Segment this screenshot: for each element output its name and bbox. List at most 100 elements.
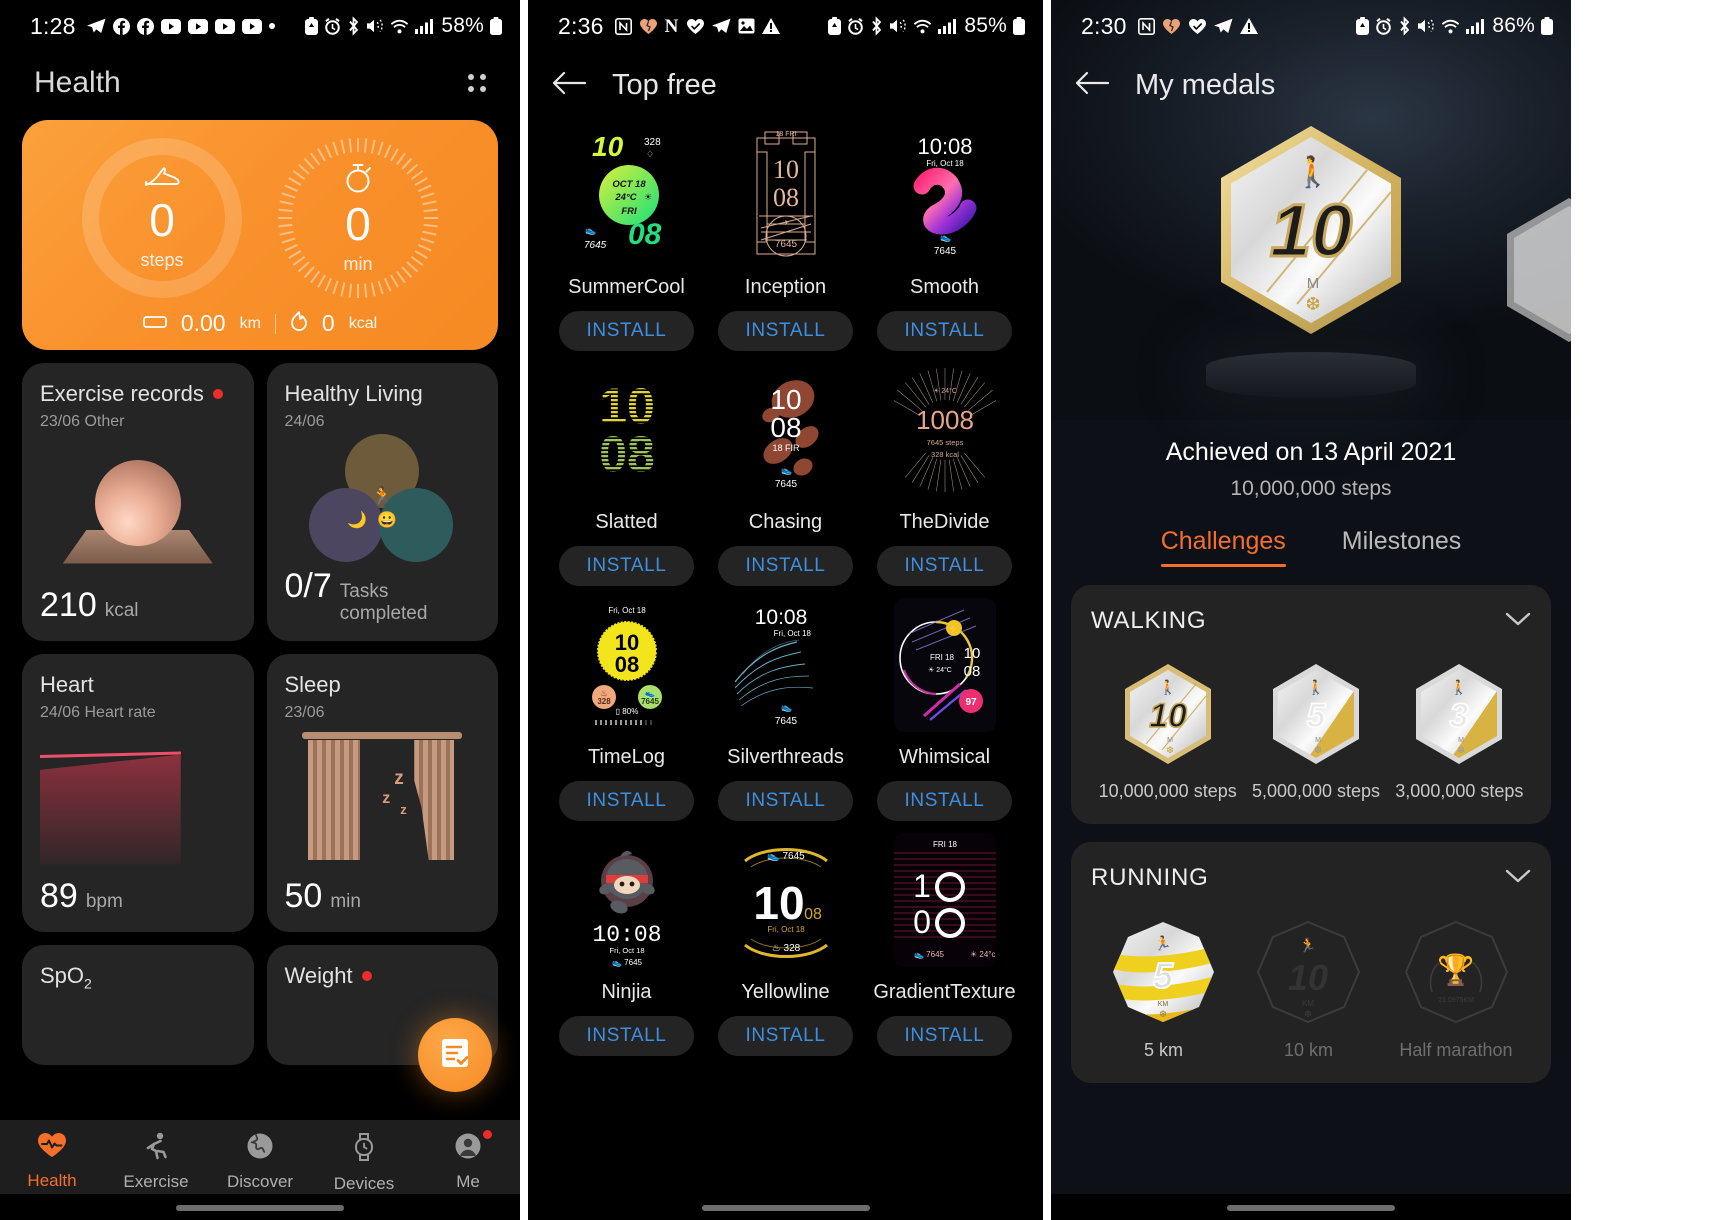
watchface-item[interactable]: 👟 7645 10 08 Fri, Oct 18 ♨ 328 Yellowlin… xyxy=(707,823,864,1056)
steps-ring-track xyxy=(82,138,242,298)
activity-summary-footer: 0.00 km 0 kcal xyxy=(142,310,377,337)
svg-text:1008: 1008 xyxy=(916,405,974,435)
svg-text:0: 0 xyxy=(913,904,931,940)
svg-text:♢: ♢ xyxy=(646,149,654,159)
card-spo2[interactable]: SpO2 xyxy=(22,945,254,1065)
card-title-text: Exercise records xyxy=(40,381,204,406)
card-exercise-records[interactable]: Exercise records 23/06 Other 210 kcal xyxy=(22,363,254,641)
card-healthy-living[interactable]: Healthy Living 24/06 🏃 🌙 😀 0/7 Tasks com… xyxy=(266,363,498,641)
wifi-icon xyxy=(913,19,932,34)
card-title: Heart xyxy=(40,672,236,698)
youtube-icon xyxy=(241,18,262,34)
mute-icon xyxy=(889,18,907,34)
install-button[interactable]: INSTALL xyxy=(876,311,1013,351)
medal-item[interactable]: 5 🚶 M ❆ 5,000,000 steps xyxy=(1252,661,1380,802)
svg-text:🏆: 🏆 xyxy=(1437,952,1474,987)
card-value-number: 0/7 xyxy=(284,567,332,605)
svg-text:👟 7645: 👟 7645 xyxy=(612,958,643,967)
telegram-icon xyxy=(711,18,731,34)
watchface-item[interactable]: 10:08 Fri, Oct 18 👟 7645 Silverthreads I… xyxy=(707,588,864,821)
install-button[interactable]: INSTALL xyxy=(876,1016,1013,1056)
notes-checklist-fab[interactable] xyxy=(418,1018,492,1092)
svg-text:7645: 7645 xyxy=(584,240,607,251)
svg-text:M: M xyxy=(1167,737,1173,744)
svg-text:☀ 24°C: ☀ 24°C xyxy=(928,666,952,674)
section-header[interactable]: WALKING xyxy=(1091,607,1531,635)
watchface-item[interactable]: Fri, Oct 18 10 08 ♨ 328 👟 7645 ▯ 80% Tim… xyxy=(548,588,705,821)
medal-item[interactable]: 3 🚶 M ❆ 3,000,000 steps xyxy=(1395,661,1523,802)
section-title: RUNNING xyxy=(1091,864,1209,891)
watchface-item[interactable]: ☀ 24°C 1008 7645 steps 328 kcal TheDivid… xyxy=(866,353,1023,586)
nav-item-exercise[interactable]: Exercise xyxy=(104,1132,208,1192)
svg-text:⚡: ⚡ xyxy=(948,623,959,635)
install-button[interactable]: INSTALL xyxy=(876,781,1013,821)
install-button[interactable]: INSTALL xyxy=(558,1016,695,1056)
install-button[interactable]: INSTALL xyxy=(558,311,695,351)
medal-row-walking: 10 🚶 M ❆ 10,000,000 steps 5 🚶 M ❆ 5,000,… xyxy=(1091,661,1531,802)
medal-item-locked[interactable]: 10 🏃 KM ❆ 10 km xyxy=(1254,918,1362,1061)
medal-item-locked[interactable]: 🏆 21.0975KM Half marathon xyxy=(1399,918,1512,1061)
watchface-grid: 10 328 ♢ OCT 18 24°C ☀ FRI 08 👟 7645 Sum… xyxy=(528,118,1043,1056)
watchface-item[interactable]: 10:08 Fri, Oct 18 👟 7645 Ninjia INSTALL xyxy=(548,823,705,1056)
card-subtitle: 24/06 Heart rate xyxy=(40,704,156,721)
install-button[interactable]: INSTALL xyxy=(717,781,854,821)
svg-text:08: 08 xyxy=(770,412,801,443)
medal-tabs: Challenges Milestones xyxy=(1051,527,1571,567)
medal-item[interactable]: 5 🏃 KM ❆ 5 km xyxy=(1109,918,1217,1061)
watchface-item[interactable]: 10 328 ♢ OCT 18 24°C ☀ FRI 08 👟 7645 Sum… xyxy=(548,118,705,351)
tab-milestones[interactable]: Milestones xyxy=(1342,527,1462,567)
card-heart[interactable]: Heart 24/06 Heart rate 89 bpm xyxy=(22,654,254,932)
watchface-name: GradientTexture xyxy=(873,981,1016,1003)
install-button[interactable]: INSTALL xyxy=(876,546,1013,586)
watchface-item[interactable]: 10 08 18 FRI ✈ 7645 Inception INSTALL xyxy=(707,118,864,351)
heart-broken-icon xyxy=(639,18,658,35)
watchface-name: Silverthreads xyxy=(727,746,844,768)
card-sleep[interactable]: Sleep 23/06 z z z 50 min xyxy=(266,654,498,932)
install-button[interactable]: INSTALL xyxy=(717,311,854,351)
svg-text:7645: 7645 xyxy=(641,697,659,706)
svg-text:👟 7645: 👟 7645 xyxy=(914,950,945,959)
nav-item-discover[interactable]: Discover xyxy=(208,1132,312,1192)
medal-item[interactable]: 10 🚶 M ❆ 10,000,000 steps xyxy=(1099,661,1237,802)
mute-icon xyxy=(1417,18,1435,34)
watchface-item[interactable]: 10:08 Fri, Oct 18 👟 7645 Smooth INSTALL xyxy=(866,118,1023,351)
youtube-icon xyxy=(214,18,235,34)
featured-medal[interactable]: 10 🚶 M ❆ xyxy=(1211,118,1411,353)
svg-text:❆: ❆ xyxy=(1314,745,1322,755)
watchface-item[interactable]: 10 08 Slatted INSTALL xyxy=(548,353,705,586)
arrow-left-icon[interactable] xyxy=(1075,70,1110,101)
nav-item-me[interactable]: Me xyxy=(416,1130,520,1192)
svg-text:10:08: 10:08 xyxy=(592,922,661,948)
watchface-item[interactable]: 10 08 18 FIR 👟 7645 Chasing INSTALL xyxy=(707,353,864,586)
install-button[interactable]: INSTALL xyxy=(717,546,854,586)
steps-ring[interactable]: 0 steps xyxy=(82,138,242,298)
gesture-bar-3 xyxy=(1051,1194,1571,1220)
chevron-down-icon[interactable] xyxy=(1505,868,1531,889)
next-medal-peek[interactable] xyxy=(1507,190,1571,355)
grid-menu-icon[interactable] xyxy=(468,74,486,92)
watchface-item[interactable]: ⚡ FRI 18 ☀ 24°C 10 08 97 Whimsical INSTA… xyxy=(866,588,1023,821)
minutes-ring[interactable]: 0 min xyxy=(278,138,438,298)
bluetooth-icon xyxy=(870,16,883,36)
arrow-left-icon[interactable] xyxy=(552,70,587,101)
wifi-icon xyxy=(1441,19,1460,34)
watchface-thumbnail-chasing: 10 08 18 FIR 👟 7645 xyxy=(734,363,837,497)
three-blobs-illustration: 🏃 🌙 😀 xyxy=(285,431,481,567)
install-button[interactable]: INSTALL xyxy=(558,546,695,586)
nav-item-devices[interactable]: Devices xyxy=(312,1132,416,1194)
svg-text:👟: 👟 xyxy=(585,225,596,236)
tab-challenges[interactable]: Challenges xyxy=(1160,527,1286,567)
card-value: 210 kcal xyxy=(40,586,236,625)
section-header[interactable]: RUNNING xyxy=(1091,864,1531,892)
watchface-item[interactable]: FRI 18 1 0 👟 7645 ☀ 24°c GradientTexture… xyxy=(866,823,1023,1056)
activity-summary-card[interactable]: 0 steps 0 min 0.00 km 0 kcal xyxy=(22,120,498,350)
medal-caption: Half marathon xyxy=(1399,1040,1513,1060)
chevron-down-icon[interactable] xyxy=(1505,611,1531,632)
install-button[interactable]: INSTALL xyxy=(558,781,695,821)
svg-text:KM: KM xyxy=(1158,1001,1169,1008)
curtain-illustration: z z z xyxy=(285,722,481,877)
nav-item-health[interactable]: Health xyxy=(0,1132,104,1191)
svg-text:Fri, Oct 18: Fri, Oct 18 xyxy=(767,925,805,934)
svg-text:👟: 👟 xyxy=(781,702,792,713)
install-button[interactable]: INSTALL xyxy=(717,1016,854,1056)
